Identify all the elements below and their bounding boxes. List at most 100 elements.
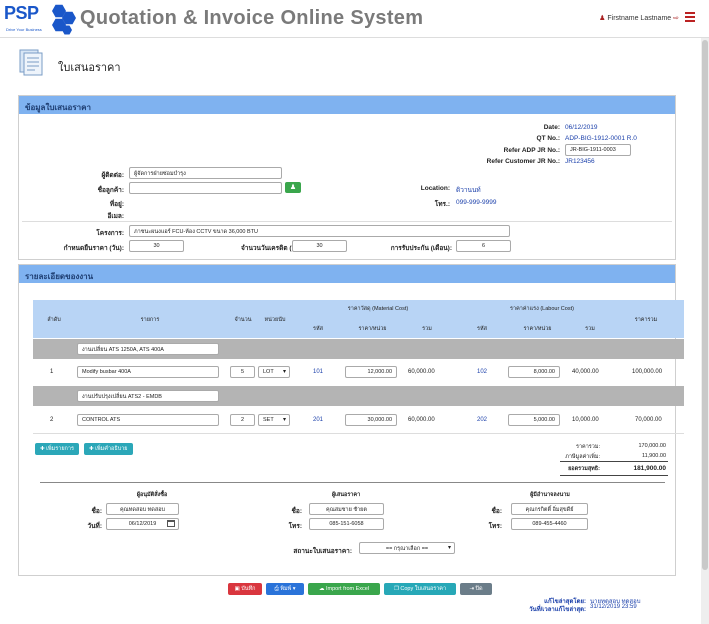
- save-button[interactable]: ▣ บันทึก: [228, 583, 262, 595]
- item-input[interactable]: CONTROL ATS: [77, 414, 219, 426]
- refer-jr-label: Refer ADP JR No.:: [503, 147, 560, 154]
- labour-price-input[interactable]: 5,000.00: [508, 414, 560, 426]
- col-qty: จำนวน: [234, 317, 252, 323]
- sum-divider: [560, 461, 668, 462]
- owner-name-label: ชื่อ:: [491, 508, 502, 515]
- detail-panel-title: รายละเอียดของงาน: [19, 265, 675, 283]
- edited-at-value: 31/12/2019 23:59: [590, 604, 637, 610]
- contact-input[interactable]: ผู้จัดการฝ่ายซ่อมบำรุง: [129, 167, 282, 179]
- page-title: ใบเสนอราคา: [58, 62, 121, 74]
- phone-value: 099-999-9999: [456, 199, 497, 206]
- group-title-input[interactable]: งานปรับปรุงเปลี่ยน ATS2 - EMDB: [77, 390, 219, 402]
- price-validity-input[interactable]: 30: [129, 240, 184, 252]
- qty-input[interactable]: 5: [230, 366, 255, 378]
- col-labour-code: รหัส: [477, 326, 487, 332]
- approver-name-input[interactable]: คุณทดสอบ ทดสอบ: [106, 503, 179, 515]
- col-item: รายการ: [140, 317, 160, 323]
- document-icon: [19, 49, 43, 76]
- owner-name-input[interactable]: คุณกรกิตติ์ อิ่มสุขดีย์: [511, 503, 588, 515]
- signers-divider: [40, 482, 665, 483]
- unit-select[interactable]: SET: [258, 414, 290, 426]
- labour-price-input[interactable]: 8,000.00: [508, 366, 560, 378]
- qt-no-value: ADP-BIG-1912-0001 R.0: [565, 135, 637, 142]
- material-price-input[interactable]: 30,000.00: [345, 414, 397, 426]
- col-labour-sum: รวม: [585, 326, 595, 332]
- add-item-button[interactable]: ✚ เพิ่มรายการ: [35, 443, 79, 455]
- proposer-phone-input[interactable]: 085-151-6058: [309, 518, 384, 530]
- print-button[interactable]: ⎙ พิมพ์ ▾: [266, 583, 304, 595]
- project-label: โครงการ:: [96, 230, 124, 237]
- unit-select[interactable]: LOT: [258, 366, 290, 378]
- date-value: 06/12/2019: [565, 124, 598, 131]
- customer-input[interactable]: [129, 182, 282, 194]
- proposer-title: ผู้เสนอราคา: [331, 492, 361, 498]
- item-input[interactable]: Modify busbar 400A: [77, 366, 219, 378]
- row-no: 2: [50, 417, 54, 423]
- col-material-sum: รวม: [422, 326, 432, 332]
- labour-code[interactable]: 102: [477, 369, 487, 375]
- proposer-name-input[interactable]: คุณสมชาย ชัายต: [309, 503, 384, 515]
- project-input[interactable]: ภาชนะผนงแอร์ FCU-ห้อง CCTV ขนาด 36,000 B…: [129, 225, 510, 237]
- location-label: Location:: [420, 185, 450, 192]
- proposer-phone-label: โทร:: [288, 523, 302, 530]
- col-total: ราคารวม: [634, 317, 658, 323]
- date-label: Date:: [543, 124, 560, 131]
- email-label: อีเมล:: [107, 213, 124, 220]
- phone-label: โทร.:: [434, 201, 450, 208]
- app-header: PSP Drive Your Business Quotation & Invo…: [0, 0, 709, 38]
- refer-jr-input[interactable]: JR-BIG-1911-0003: [565, 144, 631, 156]
- qty-input[interactable]: 2: [230, 414, 255, 426]
- group-title-input[interactable]: งานเปลี่ยน ATS 1250A, ATS 400A: [77, 343, 219, 355]
- subtotal-value: 170,000.00: [638, 443, 666, 449]
- warranty-input[interactable]: 6: [456, 240, 511, 252]
- close-button[interactable]: ⇥ ปิด: [460, 583, 492, 595]
- scrollbar-thumb[interactable]: [702, 40, 708, 570]
- user-name: Firstname Lastname: [607, 15, 672, 22]
- table-bottom-divider: [33, 433, 684, 434]
- material-code[interactable]: 201: [313, 417, 323, 423]
- col-no: ลำดับ: [47, 317, 61, 323]
- user-menu[interactable]: ♟ Firstname Lastname ⇨: [599, 14, 679, 22]
- user-icon: ♟: [599, 15, 606, 22]
- labour-sum: 40,000.00: [572, 369, 599, 375]
- info-panel-title: ข้อมูลใบเสนอราคา: [19, 96, 675, 114]
- col-labour-unit-price: ราคา/หน่วย: [523, 326, 552, 332]
- calendar-icon[interactable]: [167, 520, 175, 527]
- col-labour: ราคาค่าแรง (Labour Cost): [510, 306, 574, 312]
- row-total: 100,000.00: [632, 369, 663, 375]
- material-code[interactable]: 101: [313, 369, 323, 375]
- copy-quotation-button[interactable]: ❐ Copy ใบเสนอราคา: [384, 583, 456, 595]
- owner-phone-input[interactable]: 089-455-4460: [511, 518, 588, 530]
- vat-value: 11,900.00: [641, 453, 666, 459]
- customer-label: ชื่อลูกค้า:: [97, 187, 124, 194]
- warranty-label: การรับประกัน (เดือน):: [390, 245, 452, 252]
- logout-icon[interactable]: ⇨: [673, 15, 679, 22]
- owner-phone-label: โทร:: [488, 523, 502, 530]
- hamburger-menu-icon[interactable]: [685, 12, 695, 24]
- grand-total-label: ยอดรวมสุทธิ:: [568, 466, 600, 472]
- col-unit: หน่วยนับ: [264, 317, 286, 323]
- material-sum: 60,000.00: [408, 417, 435, 423]
- logo-text: PSP: [4, 3, 39, 23]
- approver-date-label: วันที่:: [87, 523, 102, 530]
- approver-title: ผู้อนุมัติสั่งซื้อ: [136, 492, 168, 498]
- material-price-input[interactable]: 12,000.00: [345, 366, 397, 378]
- proposer-name-label: ชื่อ:: [291, 508, 302, 515]
- logo-tagline: Drive Your Business: [6, 27, 42, 32]
- status-select[interactable]: == กรุณาเลือก ==: [359, 542, 455, 554]
- add-customer-button[interactable]: ♟: [285, 182, 301, 193]
- labour-code[interactable]: 202: [477, 417, 487, 423]
- divider: [22, 221, 672, 222]
- refer-customer-jr-label: Refer Customer JR No.:: [486, 158, 560, 165]
- sum-divider: [560, 475, 668, 476]
- add-description-button[interactable]: ✚ เพิ่มคำอธิบาย: [84, 443, 133, 455]
- import-excel-button[interactable]: ☁ Import from Excel: [308, 583, 380, 595]
- status-label: สถานะใบเสนอราคา:: [293, 548, 352, 555]
- vat-label: ภาษีมูลค่าเพิ่ม:: [565, 454, 600, 460]
- approver-name-label: ชื่อ:: [91, 508, 102, 515]
- qt-no-label: QT No.:: [536, 135, 560, 142]
- address-label: ที่อยู่:: [109, 201, 124, 208]
- logo: PSP Drive Your Business: [4, 3, 76, 35]
- col-material-unit-price: ราคา/หน่วย: [358, 326, 387, 332]
- credit-days-input[interactable]: 30: [292, 240, 347, 252]
